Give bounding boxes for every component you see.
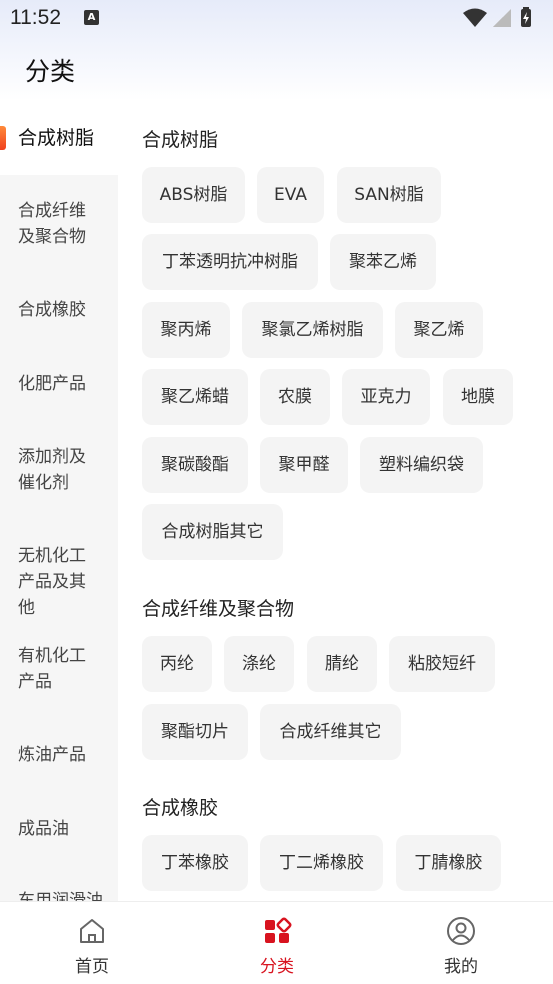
sidebar-item-refinery-products[interactable]: 炼油产品: [0, 742, 118, 768]
category-chip[interactable]: 塑料编织袋: [360, 437, 483, 493]
sidebar-item-inorganic-chemicals[interactable]: 无机化工产品及其他: [0, 543, 118, 621]
category-chip[interactable]: 丙纶: [142, 636, 212, 692]
wifi-icon: [463, 8, 487, 27]
sidebar-item-additives[interactable]: 添加剂及催化剂: [0, 444, 118, 496]
sidebar-item-label: 有机化工产品: [18, 646, 86, 692]
category-chip[interactable]: 聚乙烯蜡: [142, 369, 248, 425]
section-title: 合成树脂: [142, 129, 219, 151]
category-chip[interactable]: 聚乙烯: [395, 302, 483, 358]
sidebar-item-label: 合成树脂: [18, 127, 95, 149]
sidebar-item-synthetic-resin[interactable]: 合成树脂: [0, 101, 118, 175]
category-chip[interactable]: 聚酯切片: [142, 704, 248, 760]
category-chip[interactable]: EVA: [257, 167, 324, 223]
tab-label: 首页: [75, 957, 109, 977]
category-chip[interactable]: 丁苯橡胶: [142, 835, 248, 891]
home-icon: [80, 919, 104, 943]
sidebar-item-label: 炼油产品: [18, 745, 86, 765]
status-icons: [463, 7, 531, 27]
page-title: 分类: [25, 57, 76, 86]
category-chip[interactable]: 聚丙烯: [142, 302, 230, 358]
sidebar-item-label: 添加剂及催化剂: [18, 447, 86, 493]
tab-label: 我的: [444, 957, 478, 977]
sidebar-item-organic-chemicals[interactable]: 有机化工产品: [0, 643, 118, 695]
tab-profile[interactable]: 我的: [411, 902, 511, 984]
category-chip[interactable]: 亚克力: [342, 369, 430, 425]
status-time: 11:52: [10, 6, 61, 29]
category-chip[interactable]: 聚甲醛: [260, 437, 348, 493]
category-chip[interactable]: 丁二烯橡胶: [260, 835, 383, 891]
active-indicator: [0, 126, 6, 150]
category-chip[interactable]: 农膜: [260, 369, 330, 425]
tab-category[interactable]: 分类: [227, 902, 327, 984]
user-icon: [447, 917, 475, 945]
category-chip[interactable]: 涤纶: [224, 636, 294, 692]
section-title: 合成橡胶: [142, 797, 219, 819]
category-content[interactable]: 合成树脂 ABS树脂 EVA SAN树脂 丁苯透明抗冲树脂 聚苯乙烯 聚丙烯 聚…: [118, 101, 553, 901]
sidebar-item-label: 无机化工产品及其他: [18, 546, 86, 618]
sidebar-item-synthetic-fiber[interactable]: 合成纤维及聚合物: [0, 198, 118, 250]
category-chip[interactable]: 丁腈橡胶: [396, 835, 501, 891]
bottom-tab-bar: 首页 分类 我的: [0, 901, 553, 984]
section-title: 合成纤维及聚合物: [142, 598, 295, 620]
category-icon: [265, 917, 292, 943]
category-chip[interactable]: 聚苯乙烯: [330, 234, 436, 290]
notification-a-icon: A: [84, 10, 99, 25]
sidebar-item-label: 合成纤维及聚合物: [18, 201, 86, 247]
category-chip[interactable]: 聚氯乙烯树脂: [242, 302, 383, 358]
category-chip[interactable]: 聚碳酸酯: [142, 437, 248, 493]
tab-home[interactable]: 首页: [42, 902, 142, 984]
sidebar-item-lubricants[interactable]: 车用润滑油: [0, 888, 118, 901]
sidebar-item-label: 车用润滑油: [18, 891, 103, 901]
category-chip[interactable]: 粘胶短纤: [389, 636, 495, 692]
status-bar: 11:52 A: [0, 0, 553, 38]
sidebar-item-label: 化肥产品: [18, 374, 86, 394]
sidebar-item-label: 成品油: [18, 819, 69, 839]
sidebar-item-label: 合成橡胶: [18, 300, 86, 320]
sidebar-item-fertilizer[interactable]: 化肥产品: [0, 371, 118, 397]
sidebar-item-synthetic-rubber[interactable]: 合成橡胶: [0, 297, 118, 323]
category-chip[interactable]: ABS树脂: [142, 167, 245, 223]
category-chip[interactable]: 腈纶: [307, 636, 377, 692]
sidebar-item-refined-oil[interactable]: 成品油: [0, 816, 118, 842]
tab-label: 分类: [260, 957, 294, 977]
category-chip[interactable]: 合成树脂其它: [142, 504, 283, 560]
category-chip[interactable]: 地膜: [443, 369, 513, 425]
category-sidebar[interactable]: 合成树脂 合成纤维及聚合物 合成橡胶 化肥产品 添加剂及催化剂 无机化工产品及其…: [0, 101, 118, 901]
category-chip[interactable]: 合成纤维其它: [260, 704, 401, 760]
category-chip[interactable]: SAN树脂: [337, 167, 441, 223]
category-chip[interactable]: 丁苯透明抗冲树脂: [142, 234, 318, 290]
